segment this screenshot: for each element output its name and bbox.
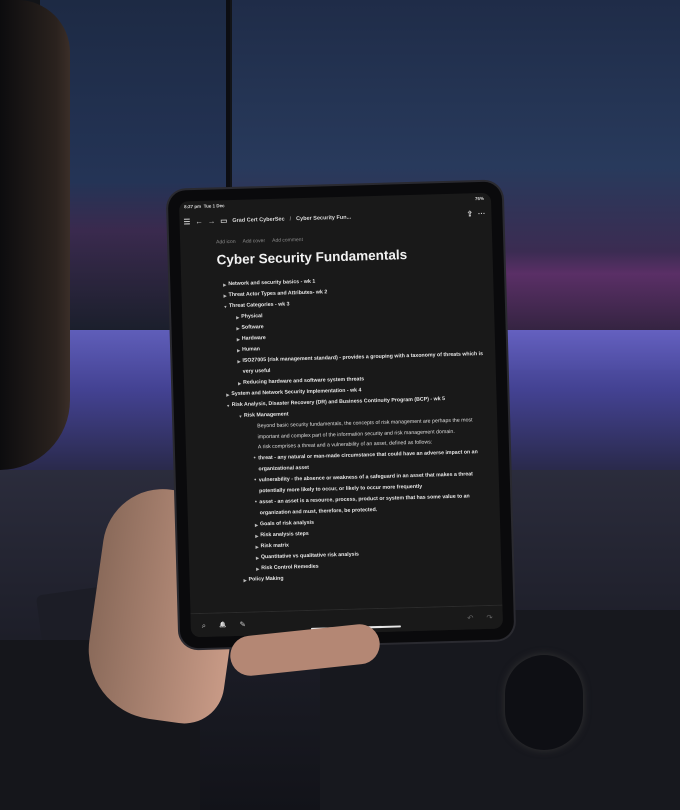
undo-icon[interactable]: ↶ bbox=[467, 613, 474, 622]
status-time: 8:27 pm bbox=[184, 203, 202, 210]
breadcrumb-current[interactable]: Cyber Security Fun... bbox=[296, 214, 351, 222]
add-comment-button[interactable]: Add comment bbox=[272, 237, 303, 244]
block-text: Policy Making bbox=[248, 575, 284, 583]
block-text: Software bbox=[241, 324, 264, 331]
redo-icon[interactable]: ↷ bbox=[486, 613, 493, 622]
block-text: Physical bbox=[241, 313, 263, 320]
battery-level: 76% bbox=[474, 195, 485, 202]
tablet: 8:27 pm Tue 1 Dec 76% ☰ ← → ▭ Grad Cert … bbox=[167, 181, 515, 649]
menu-icon[interactable]: ☰ bbox=[183, 217, 190, 226]
back-arrow-icon[interactable]: ← bbox=[195, 217, 203, 226]
add-cover-button[interactable]: Add cover bbox=[243, 238, 266, 245]
page-title: Cyber Security Fundamentals bbox=[216, 247, 408, 268]
mouse bbox=[505, 655, 583, 750]
add-icon-button[interactable]: Add icon bbox=[216, 239, 236, 246]
block-text: Risk matrix bbox=[260, 542, 290, 549]
toolbar: ☰ ← → ▭ Grad Cert CyberSec / Cyber Secur… bbox=[183, 207, 485, 228]
page-icon: ▭ bbox=[220, 216, 228, 226]
block-text: Human bbox=[242, 346, 261, 353]
tablet-screen: 8:27 pm Tue 1 Dec 76% ☰ ← → ▭ Grad Cert … bbox=[178, 192, 504, 638]
page-content: ▶ Network and security basics - wk 1 ▶ Thre… bbox=[181, 272, 491, 587]
bell-icon[interactable]: 🔔 bbox=[219, 621, 227, 628]
page-meta-actions: Add icon Add cover Add comment bbox=[216, 237, 303, 245]
person-head bbox=[0, 0, 70, 470]
block-text: Risk analysis steps bbox=[260, 530, 309, 538]
breadcrumb-separator: / bbox=[289, 215, 292, 222]
breadcrumb-parent[interactable]: Grad Cert CyberSec bbox=[232, 216, 284, 223]
block-text: Hardware bbox=[241, 335, 266, 342]
status-date: Tue 1 Dec bbox=[203, 203, 225, 209]
forward-arrow-icon[interactable]: → bbox=[208, 216, 216, 225]
block-text: Risk Control Remedies bbox=[261, 563, 319, 571]
share-icon[interactable]: ⇪ bbox=[467, 209, 474, 218]
compose-icon[interactable]: ✎ bbox=[239, 620, 246, 629]
block-text: Threat Categories - wk 3 bbox=[228, 301, 290, 310]
search-icon[interactable]: ⌕ bbox=[202, 620, 206, 630]
more-icon[interactable]: ··· bbox=[478, 209, 486, 218]
